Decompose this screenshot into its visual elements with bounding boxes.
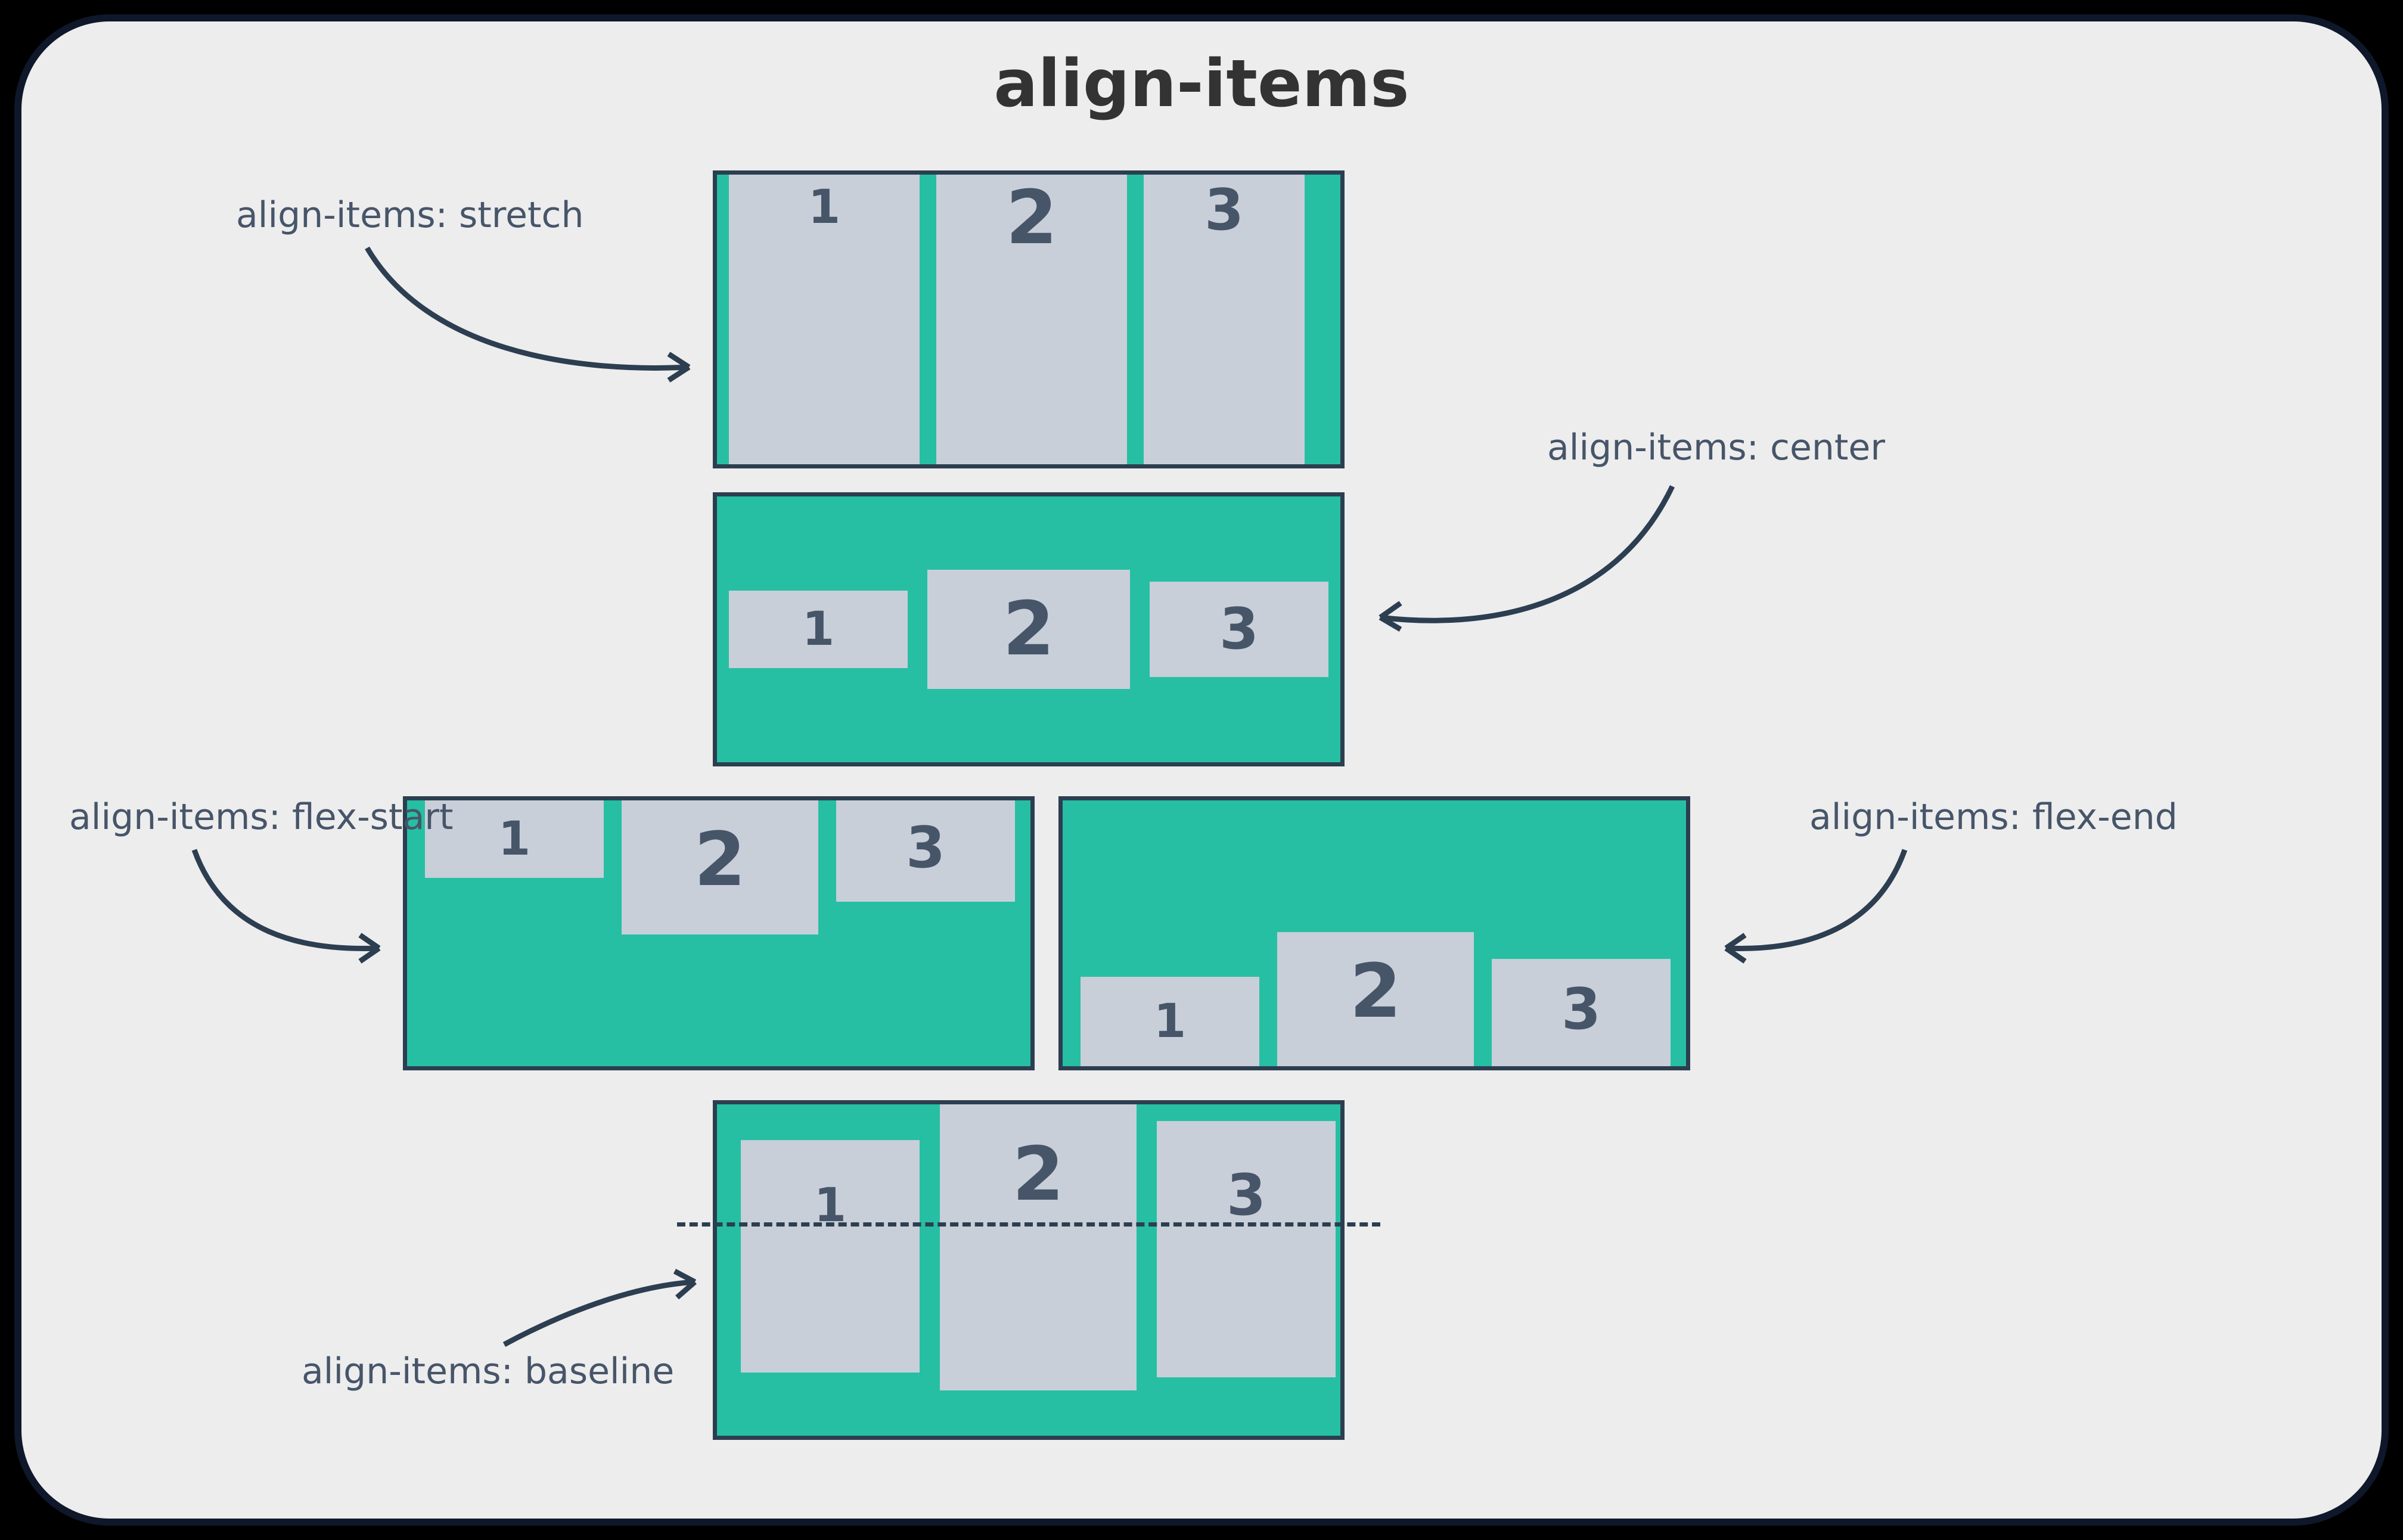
flex-item: 1 <box>1081 977 1259 1066</box>
flex-item: 1 <box>741 1140 920 1373</box>
flex-item: 2 <box>1277 932 1474 1066</box>
example-baseline-container: 1 2 3 <box>713 1100 1345 1440</box>
arrow-icon <box>1708 844 1929 975</box>
flex-item: 2 <box>927 570 1130 689</box>
diagram-card: align-items 1 2 3 align-items: stretch 1… <box>14 14 2389 1526</box>
flex-item: 3 <box>1150 582 1328 677</box>
flex-item: 2 <box>940 1104 1137 1390</box>
arrow-icon <box>1362 480 1696 647</box>
label-stretch: align-items: stretch <box>236 194 584 236</box>
flex-item: 3 <box>836 800 1015 902</box>
flex-item: 3 <box>1492 959 1671 1066</box>
example-stretch-container: 1 2 3 <box>713 170 1345 468</box>
flex-item: 1 <box>729 175 920 464</box>
arrow-icon <box>182 844 403 975</box>
example-flex-start-container: 1 2 3 <box>403 796 1035 1070</box>
arrow-icon <box>355 242 713 397</box>
baseline-guide-line <box>677 1222 1380 1227</box>
label-flex-end: align-items: flex-end <box>1809 796 2178 838</box>
flex-item: 2 <box>622 800 818 934</box>
flex-item: 3 <box>1157 1121 1336 1377</box>
flex-item: 3 <box>1144 175 1305 464</box>
diagram-title: align-items <box>21 45 2382 122</box>
flex-item: 1 <box>729 591 908 668</box>
arrow-icon <box>492 1261 713 1362</box>
flex-item: 2 <box>936 175 1127 464</box>
label-flex-start: align-items: flex-start <box>69 796 454 838</box>
label-center: align-items: center <box>1547 427 1885 468</box>
example-center-container: 1 2 3 <box>713 492 1345 766</box>
example-flex-end-container: 1 2 3 <box>1058 796 1690 1070</box>
label-baseline: align-items: baseline <box>302 1350 674 1392</box>
